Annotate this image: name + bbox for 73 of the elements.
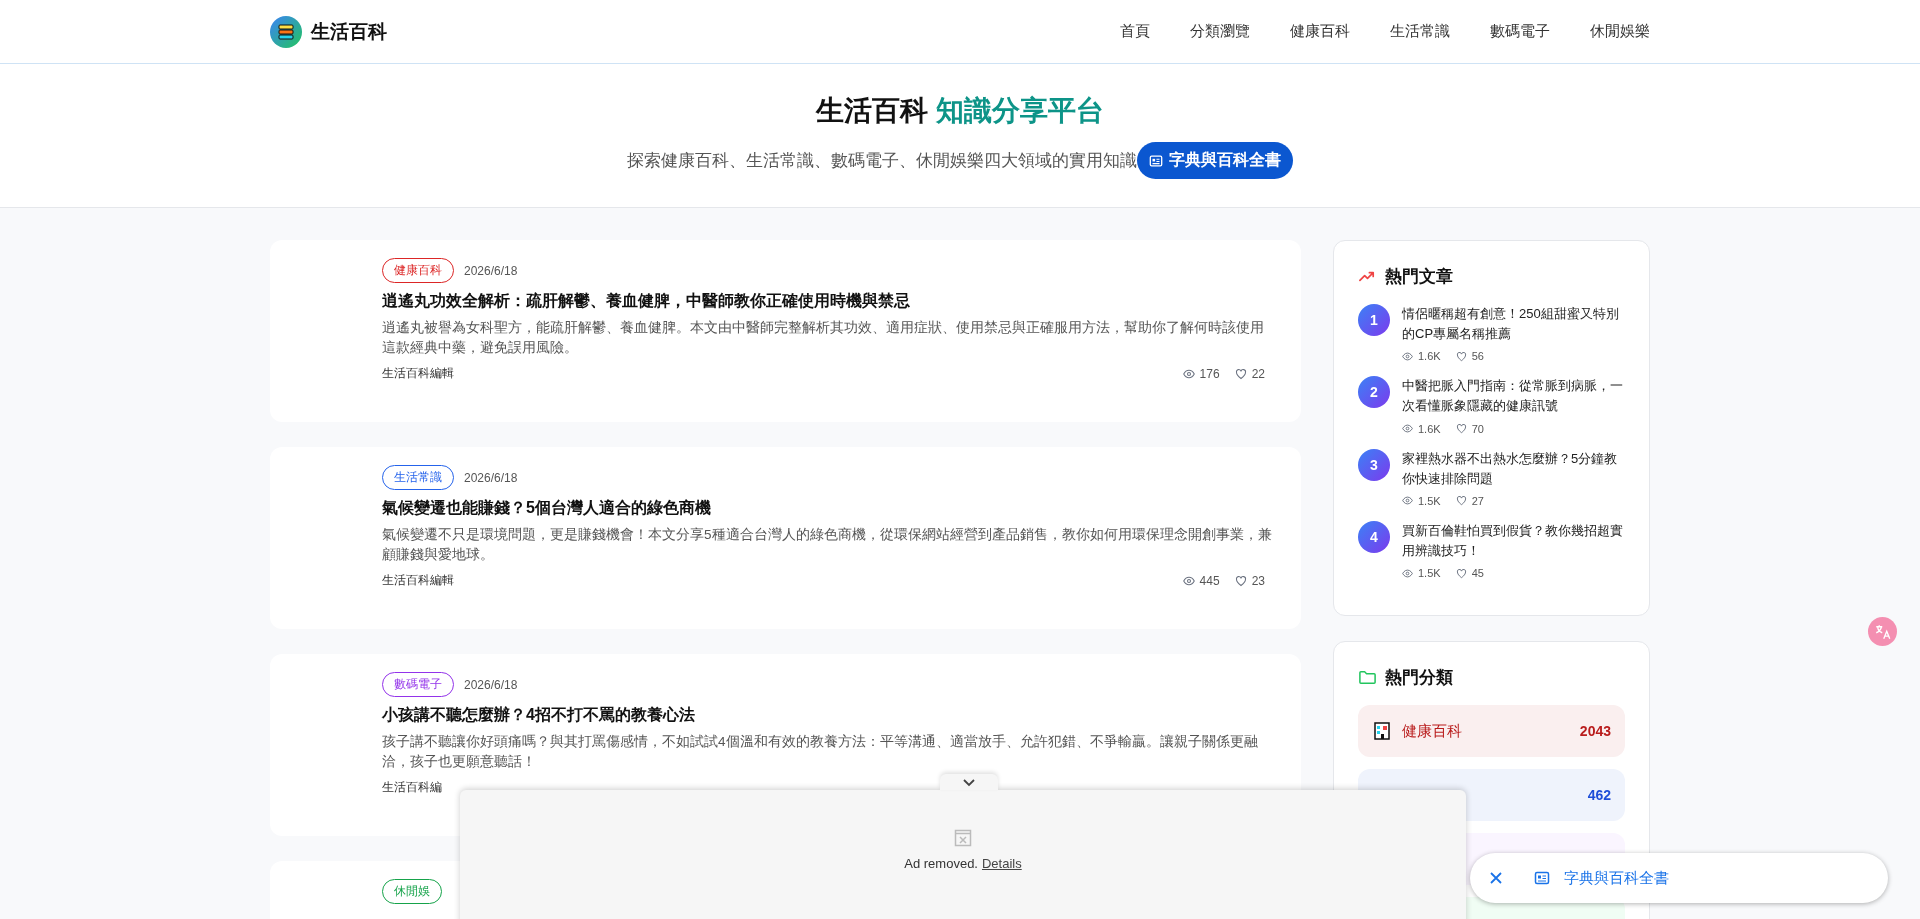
like-count: 27 [1471, 494, 1484, 507]
rank-badge: 3 [1358, 448, 1390, 481]
view-count: 445 [1199, 573, 1220, 588]
nav-link[interactable]: 休閒娛樂 [1590, 22, 1650, 41]
like-count: 45 [1471, 567, 1484, 580]
article-excerpt: 孩子講不聽讓你好頭痛嗎？與其打罵傷感情，不如試試4個溫和有效的教養方法：平等溝通、適當放手、允許犯錯、不爭輸贏。讓親子關係更融洽，孩子也更願意聽話！ [382, 733, 1259, 771]
view-count: 1.6K [1418, 422, 1441, 435]
rank-badge: 4 [1358, 520, 1390, 553]
card-icon [1149, 153, 1163, 168]
article-title[interactable]: 逍遙丸功效全解析：疏肝解鬱、養血健脾，中醫師教你正確使用時機與禁忌 [382, 291, 1275, 312]
nav-link[interactable]: 生活常識 [1390, 22, 1450, 41]
eye-icon [1402, 567, 1413, 579]
eye-icon [1182, 367, 1195, 380]
nav-link[interactable]: 首頁 [1120, 22, 1150, 41]
view-count: 176 [1199, 366, 1220, 381]
article-excerpt: 氣候變遷不只是環境問題，更是賺錢機會！本文分享5種適合台灣人的綠色商機，從環保網站經營到產品銷售，教你如何用環保理念開創事業，兼顧賺錢與愛地球。 [382, 526, 1273, 564]
dictionary-link[interactable]: 字典與百科全書 [1564, 868, 1669, 888]
article-card[interactable]: 健康百科 2026/6/18 逍遙丸功效全解析：疏肝解鬱、養血健脾，中醫師教你正確使用時機與禁忌 逍遙丸被譽為女科聖方，能疏肝解鬱、養血健脾。本文由中醫師完整解析其功效、適用症狀、使用禁忌與正確服用方法，幫助你了解何時該使用這款經典中藥，避免誤用風險。 生活百科編輯 176 22 [270, 240, 1301, 422]
broken-image-icon [953, 828, 973, 848]
view-count: 1.5K [1418, 494, 1441, 507]
heart-icon [1455, 350, 1467, 362]
article-author: 生活百科編輯 [382, 572, 454, 590]
article-date: 2026/6/18 [464, 263, 518, 278]
like-count: 23 [1251, 573, 1265, 588]
popular-article-link[interactable]: 買新百倫鞋怕買到假貨？教你幾招超實用辨識技巧！ [1402, 520, 1625, 562]
site-name[interactable]: 生活百科 [311, 18, 387, 45]
article-title[interactable]: 氣候變遷也能賺錢？5個台灣人適合的綠色商機 [382, 498, 1275, 519]
article-date: 2026/6/18 [464, 470, 518, 485]
view-count: 1.5K [1418, 567, 1441, 580]
like-count: 56 [1471, 350, 1484, 363]
popular-article-link[interactable]: 中醫把脈入門指南：從常脈到病脈，一次看懂脈象隱藏的健康訊號 [1402, 376, 1625, 417]
eye-icon [1402, 423, 1413, 435]
article-card[interactable]: 生活常識 2026/6/18 氣候變遷也能賺錢？5個台灣人適合的綠色商機 氣候變遷不只是環境問題，更是賺錢機會！本文分享5種適合台灣人的綠色商機，從環保網站經營到產品銷售，教你如何用環保理念開創事業，兼顧賺錢與愛地球。 生活百科編輯 445 23 [270, 447, 1301, 629]
translate-icon [1873, 622, 1892, 641]
close-icon [1488, 870, 1504, 886]
heart-icon [1455, 423, 1467, 435]
eye-icon [1402, 495, 1413, 507]
popular-article-link[interactable]: 家裡熱水器不出熱水怎麼辦？5分鐘教你快速排除問題 [1402, 448, 1625, 489]
collapse-tab[interactable] [940, 774, 998, 790]
hospital-icon [1372, 721, 1392, 742]
rank-badge: 1 [1358, 304, 1390, 336]
panel-title: 熱門文章 [1385, 266, 1453, 288]
panel-title: 熱門分類 [1385, 667, 1453, 690]
category-count: 462 [1587, 787, 1611, 804]
nav-link[interactable]: 數碼電子 [1490, 22, 1550, 41]
article-title[interactable]: 小孩講不聽怎麼辦？4招不打不罵的教養心法 [382, 705, 1275, 726]
hero-subtitle: 探索健康百科、生活常識、數碼電子、休閒娛樂四大領域的實用知識 [627, 150, 1137, 172]
category-label: 健康百科 [1402, 721, 1462, 741]
card-icon [1534, 870, 1550, 886]
nav-link[interactable]: 分類瀏覽 [1190, 22, 1250, 41]
nav-link[interactable]: 健康百科 [1290, 22, 1350, 41]
ad-removed-text: Ad removed. [904, 856, 978, 871]
heart-icon [1455, 495, 1467, 507]
heart-icon [1455, 567, 1467, 579]
heart-icon [1234, 367, 1247, 380]
category-count: 2043 [1579, 723, 1611, 740]
eye-icon [1402, 350, 1413, 362]
book-stack-logo-icon [270, 15, 302, 48]
article-excerpt: 逍遙丸被譽為女科聖方，能疏肝解鬱、養血健脾。本文由中醫師完整解析其功效、適用症狀、使用禁忌與正確服用方法，幫助你了解何時該使用這款經典中藥，避免誤用風險。 [382, 319, 1265, 357]
article-author: 生活百科編 [382, 779, 442, 797]
view-count: 1.6K [1418, 350, 1441, 363]
eye-icon [1182, 574, 1195, 587]
article-date: 2026/6/18 [464, 677, 518, 692]
popular-article-link[interactable]: 情侶暱稱超有創意！250組甜蜜又特別的CP專屬名稱推薦 [1402, 304, 1625, 345]
category-item[interactable]: 健康百科 2043 [1358, 705, 1625, 758]
heart-icon [1234, 574, 1247, 587]
article-author: 生活百科編輯 [382, 365, 454, 383]
rank-badge: 2 [1358, 376, 1390, 409]
details-link[interactable]: Details [981, 856, 1022, 871]
hero-title: 生活百科 知識分享平台 [816, 94, 1104, 128]
like-count: 70 [1471, 422, 1484, 435]
dictionary-chip[interactable]: 字典與百科全書 [1137, 142, 1293, 179]
like-count: 22 [1251, 366, 1265, 381]
